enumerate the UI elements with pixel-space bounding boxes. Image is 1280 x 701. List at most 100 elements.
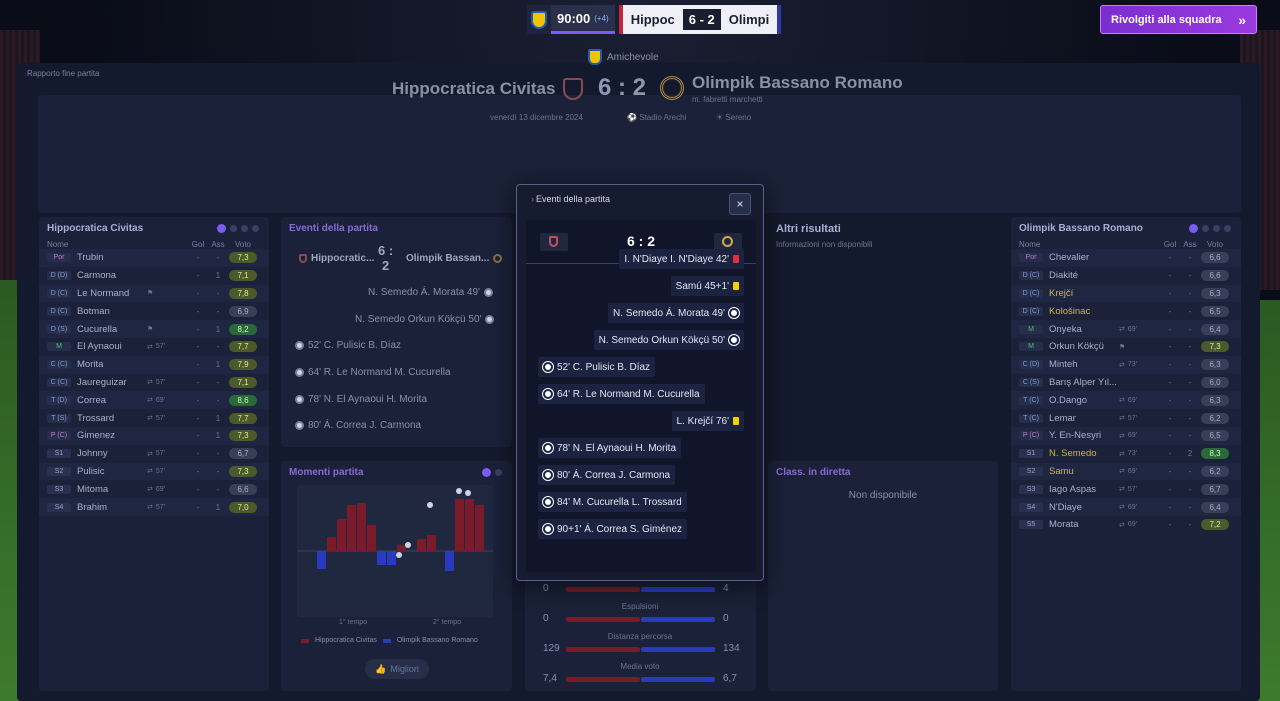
player-row[interactable]: T (C) O.Dango ⇄ 69' - - 6,3 [1011,391,1241,410]
player-row[interactable]: T (C) Lemar ⇄ 57' - - 6,2 [1011,409,1241,427]
player-name[interactable]: Correa [73,395,147,406]
player-row[interactable]: P (C) Y. En-Nesyri ⇄ 69' - - 6,5 [1011,426,1241,445]
player-name[interactable]: Mitoma [73,484,147,495]
player-row[interactable]: Por Chevalier - - 6,6 [1011,249,1241,267]
back-to-team-button[interactable]: Rivolgiti alla squadra » [1100,5,1257,34]
player-row[interactable]: M Orkun Kökçü ⚑ - - 7,3 [1011,338,1241,356]
page-dot[interactable] [230,225,237,232]
player-name[interactable]: Trubin [73,252,147,263]
player-row[interactable]: D (C) Diakité - - 6,6 [1011,267,1241,285]
player-row[interactable]: D (C) Kološinac - - 6,5 [1011,302,1241,320]
modal-event-row[interactable]: Samú 45+1' [670,276,744,296]
substitution-icon: ⇄ [1119,468,1125,476]
player-name[interactable]: Diakité [1045,270,1119,281]
page-dot[interactable] [1224,225,1231,232]
player-name[interactable]: Minteh [1045,359,1119,370]
moment-bar [445,551,454,571]
player-name[interactable]: O.Dango [1045,395,1119,406]
player-row[interactable]: S1 N. Semedo ⇄ 73' - 2 8,3 [1011,445,1241,463]
player-position: S3 [1019,484,1043,494]
player-row[interactable]: C (S) Barış Alper Yıl... - - 6,0 [1011,374,1241,392]
player-row[interactable]: M El Aynaoui ⇄ 57' - - 7,7 [39,338,269,356]
player-row[interactable]: S5 Morata ⇄ 69' - - 7,2 [1011,516,1241,534]
player-row[interactable]: S3 Mitoma ⇄ 69' - - 6,6 [39,480,269,498]
player-name[interactable]: Carmona [73,270,147,281]
player-goals: - [1168,324,1172,334]
player-name[interactable]: Barış Alper Yıl... [1045,377,1119,388]
page-dot[interactable] [241,225,248,232]
page-dot[interactable] [482,468,491,477]
player-name[interactable]: Onyeka [1045,324,1119,335]
player-name[interactable]: Le Normand [73,288,147,299]
player-name[interactable]: Morita [73,359,147,370]
modal-event-row[interactable]: 80' Á. Correa J. Carmona [538,465,676,485]
modal-event-row[interactable]: 64' R. Le Normand M. Cucurella [538,384,705,404]
player-row[interactable]: S2 Samu ⇄ 69' - - 6,2 [1011,462,1241,481]
modal-event-row[interactable]: 90+1' Á. Correa S. Giménez [538,519,688,539]
player-name[interactable]: Johnny [73,448,147,459]
player-name[interactable]: Chevalier [1045,252,1119,263]
player-name[interactable]: Orkun Kökçü [1045,341,1119,352]
player-row[interactable]: S2 Pulisic ⇄ 57' - - 7,3 [39,462,269,481]
page-dot[interactable] [495,469,502,476]
player-row[interactable]: C (D) Minteh ⇄ 73' - - 6,3 [1011,355,1241,374]
best-players-button[interactable]: 👍 Migliori [365,659,429,679]
page-dot[interactable] [1189,224,1198,233]
page-dots [1189,224,1231,233]
home-team-name[interactable]: Hippocratica Civitas [392,79,555,99]
player-row[interactable]: M Onyeka ⇄ 69' - - 6,4 [1011,320,1241,338]
close-button[interactable]: × [729,193,751,215]
player-row[interactable]: S4 Brahim ⇄ 57' - 1 7,0 [39,498,269,516]
modal-event-row[interactable]: 52' C. Pulisic B. Díaz [538,357,656,377]
player-name[interactable]: Brahim [73,502,147,513]
player-name[interactable]: Trossard [73,413,147,424]
player-goals: - [196,413,200,423]
modal-event-row[interactable]: N. Semedo Á. Morata 49' [608,303,744,323]
player-row[interactable]: Por Trubin - - 7,3 [39,249,269,267]
col-goals: Gol [1163,240,1177,249]
page-dot[interactable] [252,225,259,232]
page-dot[interactable] [1202,225,1209,232]
player-row[interactable]: D (C) Botman - - 6,9 [39,302,269,320]
player-name[interactable]: N'Diaye [1045,502,1119,513]
player-name[interactable]: El Aynaoui [73,341,147,352]
player-name[interactable]: Morata [1045,519,1119,530]
live-scoreboard: 90:00 (+4) Hippoc 6 - 2 Olimpi [527,5,782,34]
player-row[interactable]: T (S) Trossard ⇄ 57' - 1 7,7 [39,409,269,427]
player-name[interactable]: Iago Aspas [1045,484,1119,495]
player-row[interactable]: S3 Iago Aspas ⇄ 57' - - 6,7 [1011,480,1241,498]
modal-event-row[interactable]: I. N'Diaye I. N'Diaye 42' [619,249,744,269]
player-row[interactable]: D (D) Carmona - 1 7,1 [39,267,269,285]
modal-event-row[interactable]: L. Krejčí 76' [671,411,744,431]
player-name[interactable]: Gimenez [73,430,147,441]
moment-bar [347,505,356,551]
player-name[interactable]: Botman [73,306,147,317]
player-name[interactable]: Y. En-Nesyri [1045,430,1119,441]
player-row[interactable]: P (C) Gimenez - 1 7,3 [39,426,269,445]
away-team-name[interactable]: Olimpik Bassano Romano [692,73,903,93]
modal-event-row[interactable]: N. Semedo Orkun Kökçü 50' [593,330,744,350]
player-row[interactable]: C (C) Jaureguizar ⇄ 57' - - 7,1 [39,374,269,392]
player-row[interactable]: S1 Johnny ⇄ 57' - - 6,7 [39,445,269,463]
player-name[interactable]: Jaureguizar [73,377,147,388]
player-row[interactable]: T (D) Correa ⇄ 69' - - 8,6 [39,391,269,410]
page-dot[interactable] [217,224,226,233]
player-name[interactable]: Lemar [1045,413,1119,424]
player-name[interactable]: Krejčí [1045,288,1119,299]
player-row[interactable]: D (C) Le Normand ⚑ - - 7,8 [39,284,269,303]
page-dot[interactable] [1213,225,1220,232]
player-row[interactable]: S4 N'Diaye ⇄ 69' - - 6,4 [1011,498,1241,516]
player-row[interactable]: D (S) Cucurella ⚑ - 1 8,2 [39,320,269,338]
player-row[interactable]: C (C) Morita - 1 7,9 [39,355,269,374]
sub-minute: 57' [1127,485,1137,493]
player-name[interactable]: Cucurella [73,324,147,335]
modal-event-row[interactable]: 78' N. El Aynaoui H. Morita [538,438,682,458]
player-name[interactable]: Kološinac [1045,306,1119,317]
other-results-empty: Informazioni non disponibili [776,240,873,249]
player-assists: - [216,395,220,405]
player-name[interactable]: Samu [1045,466,1119,477]
player-name[interactable]: N. Semedo [1045,448,1119,459]
player-name[interactable]: Pulisic [73,466,147,477]
modal-event-row[interactable]: 84' M. Cucurella L. Trossard [538,492,687,512]
player-row[interactable]: D (C) Krejčí - - 6,3 [1011,284,1241,303]
